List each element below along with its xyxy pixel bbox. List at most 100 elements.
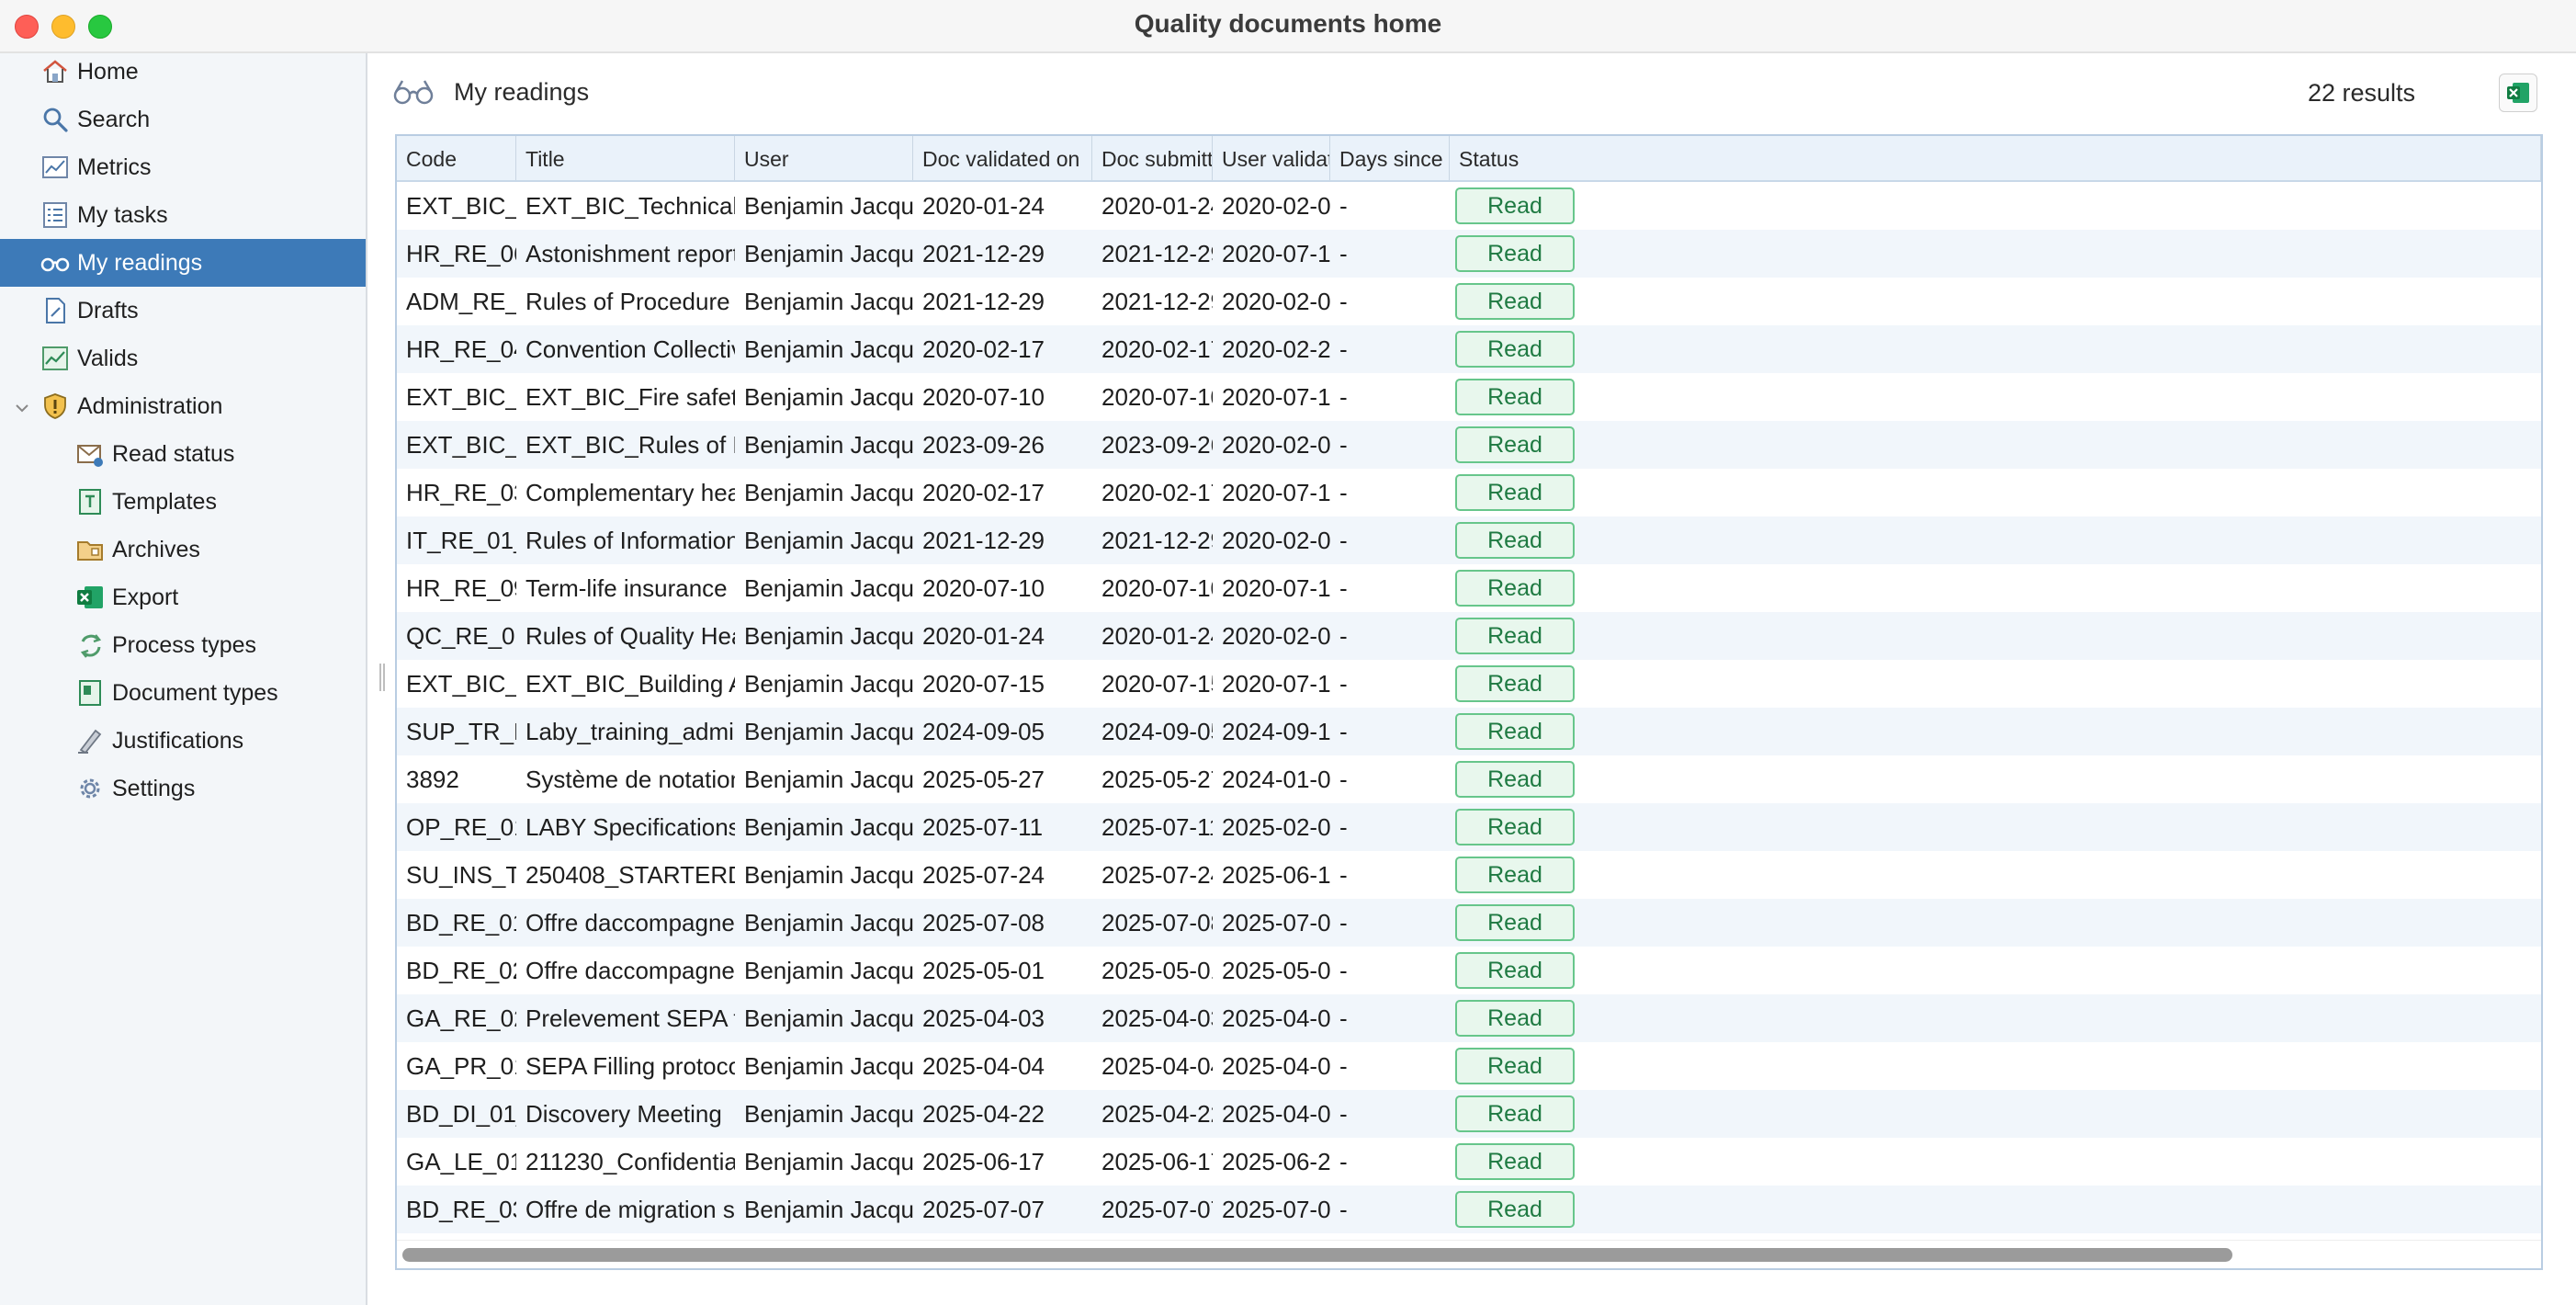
- table-row[interactable]: IT_RE_01_FR_V01 Rules of Information and …: [397, 516, 2541, 564]
- status-read-button[interactable]: Read: [1455, 857, 1575, 893]
- status-read-button[interactable]: Read: [1455, 331, 1575, 368]
- sidebar-item-archives[interactable]: Archives: [0, 526, 366, 573]
- column-header-status[interactable]: Status: [1450, 136, 2541, 180]
- table-row[interactable]: EXT_BIC_QC_R... EXT_BIC_Fire safety order…: [397, 373, 2541, 421]
- sidebar-item-process-types[interactable]: Process types: [0, 621, 366, 669]
- status-read-button[interactable]: Read: [1455, 904, 1575, 941]
- status-read-button[interactable]: Read: [1455, 1095, 1575, 1132]
- table-row[interactable]: BD_RE_01_VF_06 Offre daccompagnement Laby…: [397, 899, 2541, 947]
- sidebar-item-my-tasks[interactable]: My tasks: [0, 191, 366, 239]
- sidebar-item-drafts[interactable]: Drafts: [0, 287, 366, 335]
- status-read-button[interactable]: Read: [1455, 1143, 1575, 1180]
- status-read-button[interactable]: Read: [1455, 952, 1575, 989]
- table-cell: 2024-09-05: [1102, 718, 1213, 745]
- column-header-days-since-submi[interactable]: Days since submi...: [1330, 136, 1450, 180]
- column-header-doc-submitted-on[interactable]: Doc submitted on: [1092, 136, 1213, 180]
- table-cell: Benjamin Jacquot: [744, 527, 913, 554]
- table-cell: 2020-02-17: [922, 479, 1045, 506]
- sidebar-item-label: Administration: [77, 393, 223, 419]
- column-header-title[interactable]: Title: [516, 136, 735, 180]
- table-cell: ADM_RE_01_FR...: [406, 288, 516, 315]
- sidebar-item-export[interactable]: Export: [0, 573, 366, 621]
- table-cell: 2020-02-04: [1222, 527, 1330, 554]
- status-read-button[interactable]: Read: [1455, 522, 1575, 559]
- table-cell: 2025-07-07: [1222, 1196, 1330, 1223]
- table-cell: HR_RE_03_FR_...: [406, 479, 516, 506]
- table-cell: 2025-04-04: [1222, 1052, 1330, 1080]
- status-read-button[interactable]: Read: [1455, 1048, 1575, 1084]
- table-cell: 2020-02-17: [1102, 335, 1213, 363]
- status-read-button[interactable]: Read: [1455, 235, 1575, 272]
- export-excel-button[interactable]: [2499, 74, 2537, 112]
- sidebar-splitter-handle[interactable]: [378, 664, 386, 691]
- status-read-button[interactable]: Read: [1455, 713, 1575, 750]
- table-row[interactable]: EXT_BIC_ADM_... EXT_BIC_Building Access R…: [397, 660, 2541, 708]
- sidebar-item-label: Justifications: [112, 728, 244, 754]
- table-cell: 2024-09-11: [1222, 718, 1330, 745]
- sidebar-item-settings[interactable]: Settings: [0, 765, 366, 812]
- sidebar-item-label: Drafts: [77, 298, 139, 323]
- chevron-down-icon[interactable]: [13, 397, 31, 415]
- table-cell: 2025-07-08: [922, 909, 1045, 936]
- table-cell: Astonishment report: [525, 240, 735, 267]
- status-read-button[interactable]: Read: [1455, 761, 1575, 798]
- table-row[interactable]: BD_RE_03_VF_V... Offre de migration serve…: [397, 1186, 2541, 1233]
- table-row[interactable]: EXT_BIC_ADM_... EXT_BIC_Rules of Procedur…: [397, 421, 2541, 469]
- table-cell: -: [1339, 1148, 1348, 1175]
- status-read-button[interactable]: Read: [1455, 283, 1575, 320]
- column-header-user-validation-date[interactable]: User validation date: [1213, 136, 1330, 180]
- status-read-button[interactable]: Read: [1455, 426, 1575, 463]
- table-row[interactable]: HR_RE_03_FR_... Complementary health insu…: [397, 469, 2541, 516]
- table-row[interactable]: GA_RE_02_FR_... Prelevement SEPA template…: [397, 994, 2541, 1042]
- template-icon: [75, 487, 105, 516]
- status-read-button[interactable]: Read: [1455, 1191, 1575, 1228]
- table-cell: EXT_BIC_Technical issues orders: [525, 192, 735, 220]
- table-cell: QC_RE_01_FR_...: [406, 622, 516, 650]
- sidebar-item-administration[interactable]: Administration: [0, 382, 366, 430]
- table-cell: Offre de migration serveur Laby...: [525, 1196, 735, 1223]
- status-read-button[interactable]: Read: [1455, 665, 1575, 702]
- status-read-button[interactable]: Read: [1455, 187, 1575, 224]
- status-read-button[interactable]: Read: [1455, 474, 1575, 511]
- column-header-code[interactable]: Code: [397, 136, 516, 180]
- sidebar-item-read-status[interactable]: Read status: [0, 430, 366, 478]
- sidebar-item-search[interactable]: Search: [0, 96, 366, 143]
- table-row[interactable]: 3892 Système de notation des transa... Ben…: [397, 755, 2541, 803]
- table-row[interactable]: ADM_RE_01_FR... Rules of Procedure Benjami…: [397, 278, 2541, 325]
- sidebar-item-justifications[interactable]: Justifications: [0, 717, 366, 765]
- sidebar-item-label: Search: [77, 107, 151, 132]
- table-row[interactable]: HR_RE_06_VF_V... Astonishment report Benja…: [397, 230, 2541, 278]
- status-read-button[interactable]: Read: [1455, 618, 1575, 654]
- document-type-icon: [75, 678, 105, 708]
- status-read-button[interactable]: Read: [1455, 1000, 1575, 1037]
- excel-icon: [75, 583, 105, 612]
- table-cell: 2025-04-09: [1222, 1100, 1330, 1128]
- sidebar-item-document-types[interactable]: Document types: [0, 669, 366, 717]
- sidebar-item-my-readings[interactable]: My readings: [0, 239, 366, 287]
- table-row[interactable]: BD_DI_01_VF_V01 Discovery Meeting Benjamin…: [397, 1090, 2541, 1138]
- column-header-user[interactable]: User: [735, 136, 913, 180]
- table-row[interactable]: GA_LE_01_RE_F... 211230_Confidentiality a…: [397, 1138, 2541, 1186]
- horizontal-scrollbar-thumb[interactable]: [402, 1248, 2232, 1262]
- horizontal-scrollbar[interactable]: [397, 1240, 2541, 1268]
- table-row[interactable]: BD_RE_02_VF_01 Offre daccompagnement Laby…: [397, 947, 2541, 994]
- sidebar-item-valids[interactable]: Valids: [0, 335, 366, 382]
- status-read-button[interactable]: Read: [1455, 379, 1575, 415]
- table-row[interactable]: EXT_BIC_QC_R... EXT_BIC_Technical issues …: [397, 182, 2541, 230]
- table-row[interactable]: GA_PR_01_FR_... SEPA Filling protocole Ben…: [397, 1042, 2541, 1090]
- table-row[interactable]: OP_RE_01_FR_V... LABY Specifications Sytè…: [397, 803, 2541, 851]
- table-row[interactable]: HR_RE_09_VF_V... Term-life insurance cont…: [397, 564, 2541, 612]
- table-row[interactable]: HR_RE_04_FR_... Convention Collective SYN…: [397, 325, 2541, 373]
- status-read-button[interactable]: Read: [1455, 570, 1575, 607]
- sidebar-item-home[interactable]: Home: [0, 48, 366, 96]
- column-header-doc-validated-on[interactable]: Doc validated on: [913, 136, 1092, 180]
- table-row[interactable]: QC_RE_01_FR_... Rules of Quality Health S…: [397, 612, 2541, 660]
- table-row[interactable]: SUP_TR_RE_02... Laby_training_administrat…: [397, 708, 2541, 755]
- table-row[interactable]: SU_INS_TD_01_... 250408_STARTERDS Benjamin…: [397, 851, 2541, 899]
- table-cell: Prelevement SEPA template: [525, 1004, 735, 1032]
- table-cell: GA_PR_01_FR_...: [406, 1052, 516, 1080]
- status-read-button[interactable]: Read: [1455, 809, 1575, 845]
- sidebar-item-templates[interactable]: Templates: [0, 478, 366, 526]
- table-cell: -: [1339, 1100, 1348, 1128]
- sidebar-item-metrics[interactable]: Metrics: [0, 143, 366, 191]
